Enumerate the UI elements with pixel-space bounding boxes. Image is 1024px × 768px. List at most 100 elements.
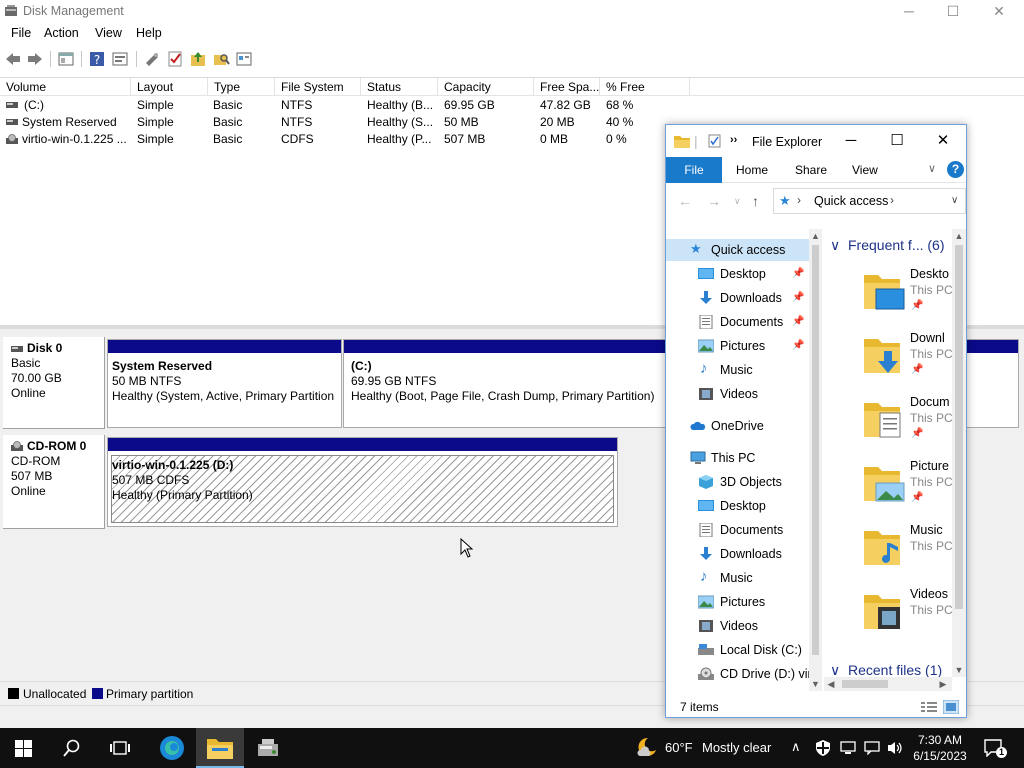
scroll-thumb[interactable]: [812, 245, 819, 655]
maximize-button[interactable]: ☐: [930, 0, 976, 22]
nav-item-pictures[interactable]: Pictures 📌: [698, 335, 808, 357]
explorer-title-bar[interactable]: | ›› File Explorer ─ ☐ ✕: [666, 125, 966, 157]
menu-file[interactable]: File: [11, 26, 31, 40]
taskbar-edge-button[interactable]: [148, 728, 196, 768]
tab-file[interactable]: File: [666, 157, 722, 183]
content-pane-scrollbar[interactable]: ▲ ▼: [952, 229, 966, 677]
frequent-folders-header[interactable]: Frequent f... (6): [848, 237, 944, 253]
weather-condition[interactable]: Mostly clear: [702, 740, 771, 755]
up-arrow-icon[interactable]: ↑: [752, 193, 759, 209]
scroll-down-arrow-icon[interactable]: ▼: [809, 679, 822, 689]
volume-row[interactable]: virtio-win-0.1.225 ... Simple Basic CDFS…: [0, 131, 700, 148]
properties-icon[interactable]: [708, 134, 721, 148]
tab-view[interactable]: View: [852, 163, 878, 177]
menu-action[interactable]: Action: [44, 26, 79, 40]
show-hidden-icons-chevron-icon[interactable]: ∧: [791, 739, 801, 755]
tab-home[interactable]: Home: [736, 163, 768, 177]
help-button[interactable]: ?: [947, 161, 964, 178]
recent-locations-chevron-icon[interactable]: ∨: [734, 196, 741, 207]
address-dropdown-chevron-icon[interactable]: ∨: [951, 195, 958, 206]
column-header-type[interactable]: Type: [208, 78, 275, 96]
ribbon-expand-chevron-icon[interactable]: ∨: [928, 162, 936, 175]
content-horizontal-scrollbar[interactable]: ◀ ▶: [824, 677, 952, 691]
help-icon[interactable]: ?: [88, 50, 106, 68]
recent-files-header[interactable]: Recent files (1): [848, 662, 942, 678]
network-icon[interactable]: [840, 741, 856, 755]
connect-icon[interactable]: [143, 50, 161, 68]
column-header-volume[interactable]: Volume: [0, 78, 131, 96]
frequent-folder-item[interactable]: Downl This PC 📌: [864, 331, 964, 395]
disk-name: Disk 0: [27, 341, 63, 355]
column-header-layout[interactable]: Layout: [131, 78, 208, 96]
taskbar-disk-management-button[interactable]: [244, 728, 292, 768]
title-bar[interactable]: Disk Management ─ ☐ ✕: [0, 0, 1024, 22]
column-header-capacity[interactable]: Capacity: [438, 78, 534, 96]
properties-icon[interactable]: [111, 50, 129, 68]
nav-item-desktop[interactable]: Desktop 📌: [698, 263, 808, 285]
speaker-volume-icon[interactable]: [887, 740, 903, 756]
minimize-button[interactable]: ─: [886, 0, 932, 22]
scroll-down-arrow-icon[interactable]: ▼: [952, 665, 966, 675]
close-button[interactable]: ✕: [976, 0, 1022, 22]
menu-help[interactable]: Help: [136, 26, 162, 40]
volume-row[interactable]: (C:) Simple Basic NTFS Healthy (B... 69.…: [0, 97, 700, 114]
navigation-pane-scrollbar[interactable]: ▲ ▼: [809, 229, 822, 691]
volume-row[interactable]: System Reserved Simple Basic NTFS Health…: [0, 114, 700, 131]
partition-system-reserved[interactable]: System Reserved 50 MB NTFS Healthy (Syst…: [107, 339, 342, 428]
address-bar[interactable]: ★ › Quick access › ∨: [773, 188, 966, 214]
task-view-button[interactable]: [96, 728, 144, 768]
group-collapse-chevron-icon[interactable]: ∨: [830, 237, 840, 254]
videos-icon: [699, 620, 713, 632]
taskbar-file-explorer-button[interactable]: [196, 728, 244, 768]
cdrom-0-label[interactable]: CD-ROM 0 CD-ROM 507 MB Online: [3, 435, 105, 529]
clock-date[interactable]: 6/15/2023: [908, 749, 972, 763]
windows-logo-icon: [15, 740, 32, 757]
back-arrow-icon[interactable]: [4, 50, 22, 68]
scroll-thumb[interactable]: [955, 245, 963, 609]
search-button[interactable]: [48, 728, 96, 768]
qat-more-icon[interactable]: ››: [730, 134, 737, 146]
nav-item-downloads[interactable]: Downloads 📌: [698, 287, 808, 309]
checklist-icon[interactable]: [166, 50, 184, 68]
large-icons-view-icon[interactable]: [943, 700, 959, 714]
frequent-folder-item[interactable]: Docum This PC 📌: [864, 395, 964, 459]
scroll-right-arrow-icon[interactable]: ▶: [938, 679, 948, 690]
column-header-status[interactable]: Status: [361, 78, 438, 96]
partition-cd-drive[interactable]: virtio-win-0.1.225 (D:) 507 MB CDFS Heal…: [107, 437, 618, 527]
nav-item-documents[interactable]: Documents 📌: [698, 311, 808, 333]
quick-access-star-icon: ★: [779, 193, 791, 208]
disk-0-label[interactable]: Disk 0 Basic 70.00 GB Online: [3, 337, 105, 429]
details-view-icon[interactable]: [921, 701, 937, 713]
folder-search-icon[interactable]: [212, 50, 230, 68]
start-button[interactable]: [0, 728, 48, 768]
breadcrumb-quick-access[interactable]: Quick access: [814, 194, 888, 208]
clock-time[interactable]: 7:30 AM: [916, 733, 964, 747]
tab-share[interactable]: Share: [795, 163, 827, 177]
weather-moon-cloud-icon[interactable]: [634, 736, 658, 760]
scroll-thumb[interactable]: [842, 680, 888, 688]
frequent-folder-item[interactable]: Videos This PC: [864, 587, 964, 651]
explorer-minimize-button[interactable]: ─: [836, 131, 866, 151]
scroll-up-arrow-icon[interactable]: ▲: [952, 231, 966, 241]
view-icon[interactable]: [235, 50, 253, 68]
column-header-percent-free[interactable]: % Free: [600, 78, 690, 96]
frequent-folder-item[interactable]: Deskto This PC 📌: [864, 267, 964, 331]
frequent-folder-item[interactable]: Picture This PC 📌: [864, 459, 964, 523]
scroll-left-arrow-icon[interactable]: ◀: [826, 679, 836, 690]
forward-arrow-icon[interactable]: [26, 50, 44, 68]
frequent-folder-item[interactable]: Music This PC: [864, 523, 964, 587]
console-tree-icon[interactable]: [57, 50, 75, 68]
explorer-close-button[interactable]: ✕: [928, 131, 958, 151]
folder-up-icon[interactable]: [189, 50, 207, 68]
security-shield-icon[interactable]: [816, 740, 830, 756]
explorer-maximize-button[interactable]: ☐: [882, 131, 912, 151]
back-arrow-icon[interactable]: ←: [678, 193, 692, 209]
menu-view[interactable]: View: [95, 26, 122, 40]
weather-temperature[interactable]: 60°F: [665, 740, 693, 755]
column-header-file-system[interactable]: File System: [275, 78, 361, 96]
column-header-free-space[interactable]: Free Spa...: [534, 78, 600, 96]
scroll-up-arrow-icon[interactable]: ▲: [809, 231, 822, 241]
forward-arrow-icon[interactable]: →: [707, 193, 721, 209]
notification-messages-icon[interactable]: [864, 741, 880, 755]
volume-free-space: 20 MB: [540, 115, 575, 129]
